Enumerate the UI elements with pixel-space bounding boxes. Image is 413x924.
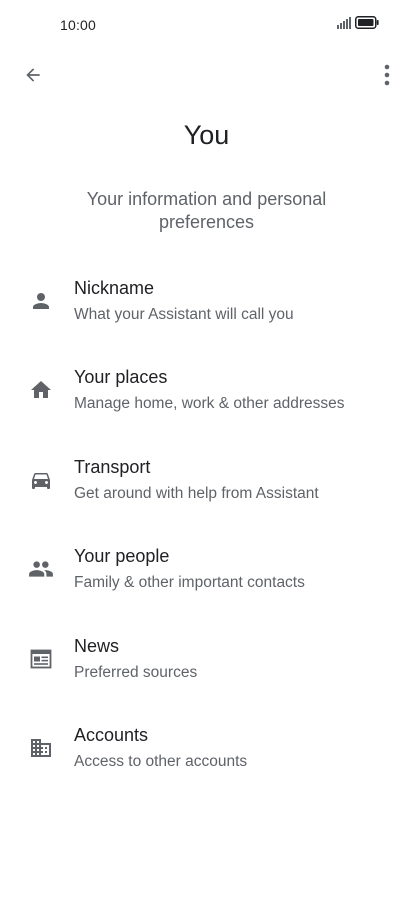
list-item-title: Accounts [74, 724, 149, 745]
signal-icon [337, 16, 351, 34]
list-item-accounts[interactable]: Accounts Access to other accounts [0, 717, 413, 806]
list-item-title: News [74, 635, 120, 656]
list-item-transport[interactable]: Transport Get around with help from Assi… [0, 449, 413, 538]
list-item-subtitle: Access to other accounts [74, 752, 248, 770]
list-item-subtitle: Get around with help from Assistant [74, 484, 319, 502]
list-item-subtitle: Manage home, work & other addresses [74, 395, 345, 413]
list-item-subtitle: What your Assistant will call you [74, 306, 294, 323]
business-icon [28, 735, 54, 761]
people-icon [28, 556, 54, 582]
more-vert-icon [384, 64, 390, 91]
home-icon [28, 377, 54, 403]
arrow-back-icon [23, 65, 43, 90]
back-button[interactable] [18, 62, 48, 92]
status-time: 10:00 [60, 17, 97, 33]
list-item-subtitle: Preferred sources [74, 663, 198, 681]
list-item-your-people[interactable]: Your people Family & other important con… [0, 538, 413, 627]
list-item-title: Transport [74, 456, 151, 477]
page-title: You [183, 120, 230, 150]
app-bar [0, 56, 413, 100]
settings-list: Nickname What your Assistant will call y… [0, 270, 413, 806]
list-item-title: Your people [74, 546, 170, 567]
battery-icon [355, 16, 379, 34]
list-item-subtitle: Family & other important contacts [74, 574, 305, 592]
more-options-button[interactable] [375, 62, 399, 92]
list-item-title: Your places [74, 367, 168, 388]
status-icons [337, 16, 379, 34]
list-item-news[interactable]: News Preferred sources [0, 628, 413, 717]
page-subtitle: Your information and personal preference… [86, 189, 327, 232]
list-item-your-places[interactable]: Your places Manage home, work & other ad… [0, 359, 413, 448]
person-icon [28, 288, 54, 314]
list-item-title: Nickname [74, 278, 155, 298]
car-icon [28, 467, 54, 493]
list-item-nickname[interactable]: Nickname What your Assistant will call y… [0, 270, 413, 359]
status-bar: 10:00 [0, 0, 413, 50]
news-icon [28, 646, 54, 672]
